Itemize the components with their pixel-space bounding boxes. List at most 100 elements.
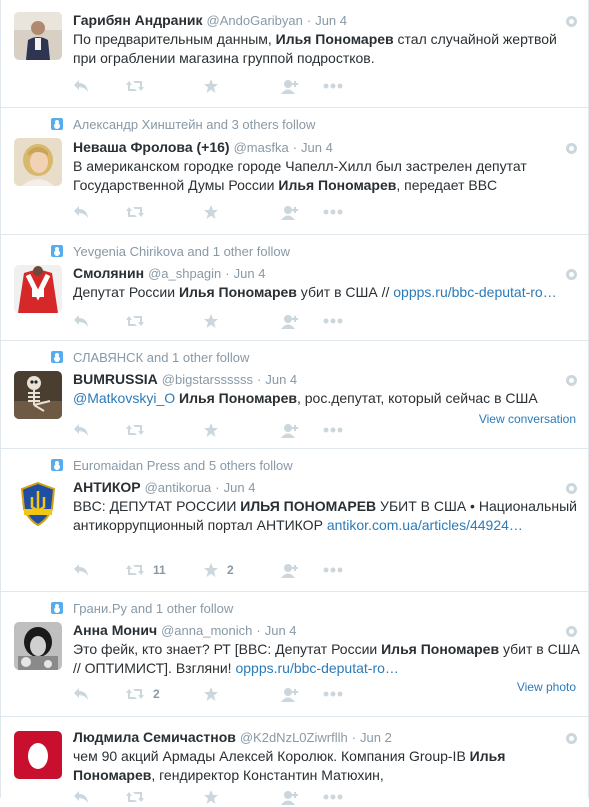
tweet-link[interactable]: antikor.com.ua/articles/44924…	[327, 517, 523, 533]
avatar[interactable]	[14, 479, 62, 527]
author-name[interactable]: BUMRUSSIA	[73, 371, 158, 387]
reply-icon	[73, 79, 89, 93]
more-options-icon[interactable]	[566, 143, 577, 154]
reply-button[interactable]	[73, 563, 125, 577]
tweet[interactable]: Yevgenia Chirikova and 1 other follow См…	[1, 235, 588, 341]
retweet-button[interactable]	[125, 423, 203, 437]
favorite-icon	[203, 78, 219, 94]
tweet-link[interactable]: @Matkovskyi_O	[73, 390, 175, 406]
author-handle[interactable]: @K2dNzL0Ziwrfllh	[240, 730, 348, 745]
more-button[interactable]	[323, 567, 353, 573]
favorite-button[interactable]	[203, 789, 281, 805]
favorite-button[interactable]	[203, 313, 281, 329]
tweet-time[interactable]: Jun 4	[234, 266, 266, 281]
author-name[interactable]: АНТИКОР	[73, 479, 141, 495]
author-handle[interactable]: @masfka	[234, 140, 289, 155]
retweet-button[interactable]: 11	[125, 563, 203, 577]
more-icon	[323, 567, 343, 573]
separator: ·	[256, 623, 261, 638]
more-button[interactable]	[323, 83, 353, 89]
follow-button[interactable]	[281, 687, 323, 702]
tweet[interactable]: Людмила Семичастнов @K2dNzL0Ziwrfllh · J…	[1, 717, 588, 805]
separator: ·	[215, 480, 220, 495]
more-button[interactable]	[323, 427, 353, 433]
avatar[interactable]	[14, 265, 62, 313]
retweet-button[interactable]	[125, 790, 203, 804]
favorite-button[interactable]	[203, 686, 281, 702]
follow-context-text[interactable]: Yevgenia Chirikova and 1 other follow	[73, 244, 290, 259]
author-handle[interactable]: @a_shpagin	[148, 266, 221, 281]
retweet-button[interactable]: 2	[125, 687, 203, 701]
avatar[interactable]	[14, 622, 62, 670]
favorite-button[interactable]	[203, 422, 281, 438]
view-conversation-link[interactable]: View conversation	[479, 412, 576, 426]
avatar[interactable]	[14, 12, 62, 60]
author-name[interactable]: Смолянин	[73, 265, 144, 281]
more-options-icon[interactable]	[566, 16, 577, 27]
follow-context-icon	[51, 602, 63, 614]
avatar[interactable]	[14, 138, 62, 186]
author-name[interactable]: Гарибян Андраник	[73, 12, 203, 28]
author-name[interactable]: Людмила Семичастнов	[73, 729, 236, 745]
more-button[interactable]	[323, 318, 353, 324]
follow-button[interactable]	[281, 205, 323, 220]
favorite-button[interactable]: 2	[203, 562, 281, 578]
author-handle[interactable]: @antikorua	[145, 480, 212, 495]
reply-icon	[73, 205, 89, 219]
author-name[interactable]: Неваша Фролова (+16)	[73, 139, 230, 155]
tweet-time[interactable]: Jun 4	[265, 623, 297, 638]
reply-button[interactable]	[73, 79, 125, 93]
follow-button[interactable]	[281, 563, 323, 578]
more-options-icon[interactable]	[566, 483, 577, 494]
retweet-button[interactable]	[125, 314, 203, 328]
retweet-icon	[125, 790, 145, 804]
tweet[interactable]: Euromaidan Press and 5 others follow АНТ…	[1, 449, 588, 592]
reply-button[interactable]	[73, 314, 125, 328]
favorite-button[interactable]	[203, 78, 281, 94]
favorite-icon	[203, 422, 219, 438]
author-handle[interactable]: @AndoGaribyan	[207, 13, 303, 28]
tweet-time[interactable]: Jun 4	[224, 480, 256, 495]
author-name[interactable]: Анна Монич	[73, 622, 157, 638]
reply-button[interactable]	[73, 790, 125, 804]
tweet-link[interactable]: oppps.ru/bbc-deputat-ro…	[235, 660, 398, 676]
tweet[interactable]: Александр Хинштейн and 3 others follow Н…	[1, 108, 588, 235]
avatar[interactable]	[14, 371, 62, 419]
tweet-time[interactable]: Jun 4	[265, 372, 297, 387]
reply-button[interactable]	[73, 205, 125, 219]
author-handle[interactable]: @anna_monich	[161, 623, 252, 638]
follow-button[interactable]	[281, 423, 323, 438]
follow-button[interactable]	[281, 79, 323, 94]
retweet-button[interactable]	[125, 79, 203, 93]
tweet[interactable]: Грани.Ру and 1 other follow Анна Монич @…	[1, 592, 588, 717]
follow-context-text[interactable]: Euromaidan Press and 5 others follow	[73, 458, 293, 473]
tweet-link[interactable]: oppps.ru/bbc-deputat-ro…	[393, 284, 556, 300]
avatar[interactable]	[14, 731, 62, 779]
follow-context: Александр Хинштейн and 3 others follow	[51, 116, 315, 132]
follow-context-text[interactable]: СЛАВЯНСК and 1 other follow	[73, 350, 249, 365]
more-button[interactable]	[323, 794, 353, 800]
tweet-time[interactable]: Jun 4	[315, 13, 347, 28]
reply-button[interactable]	[73, 423, 125, 437]
tweet[interactable]: Гарибян Андраник @AndoGaribyan · Jun 4 П…	[1, 0, 588, 108]
tweet-text-segment: Депутат России	[73, 284, 179, 300]
tweet-time[interactable]: Jun 2	[360, 730, 392, 745]
more-options-icon[interactable]	[566, 626, 577, 637]
tweet[interactable]: СЛАВЯНСК and 1 other follow BUMRUSSIA @b…	[1, 341, 588, 449]
follow-context-text[interactable]: Александр Хинштейн and 3 others follow	[73, 117, 315, 132]
follow-button[interactable]	[281, 314, 323, 329]
more-options-icon[interactable]	[566, 269, 577, 280]
reply-icon	[73, 790, 89, 804]
more-button[interactable]	[323, 209, 353, 215]
view-photo-link[interactable]: View photo	[517, 680, 576, 694]
follow-context-text[interactable]: Грани.Ру and 1 other follow	[73, 601, 233, 616]
more-options-icon[interactable]	[566, 733, 577, 744]
retweet-button[interactable]	[125, 205, 203, 219]
tweet-time[interactable]: Jun 4	[301, 140, 333, 155]
favorite-button[interactable]	[203, 204, 281, 220]
more-options-icon[interactable]	[566, 375, 577, 386]
author-handle[interactable]: @bigstarssssss	[162, 372, 253, 387]
more-button[interactable]	[323, 691, 353, 697]
reply-button[interactable]	[73, 687, 125, 701]
follow-button[interactable]	[281, 790, 323, 805]
